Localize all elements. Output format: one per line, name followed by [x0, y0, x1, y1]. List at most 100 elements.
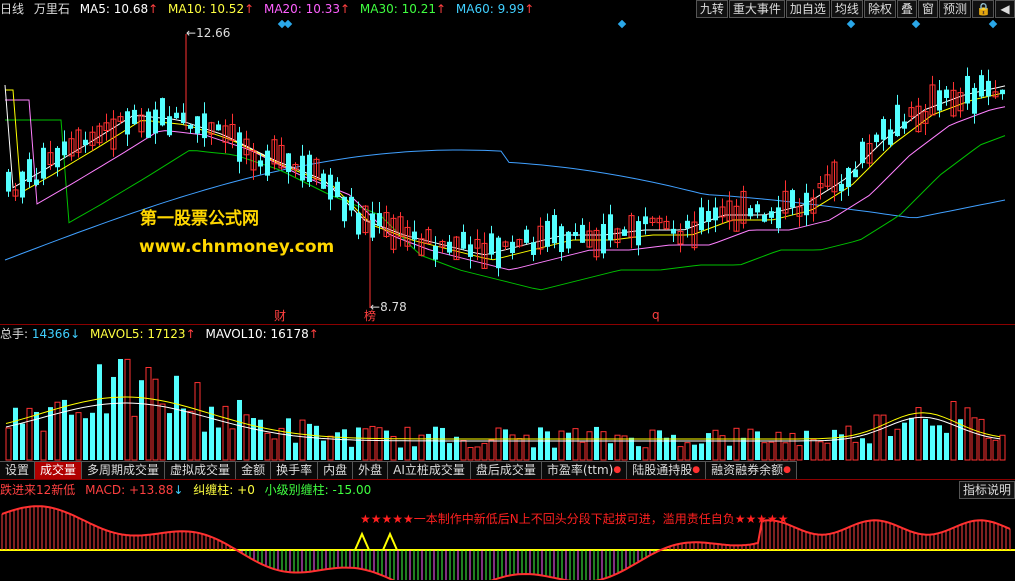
volume-bar — [621, 435, 628, 461]
tab-after-hours-volume[interactable]: 盘后成交量 — [470, 461, 542, 479]
candle-body — [755, 204, 760, 213]
mavol10-readout: MAVOL10: 16178↑ — [205, 327, 318, 341]
collapse-arrow-icon[interactable]: ◀ — [995, 0, 1015, 18]
ex-rights-button[interactable]: 除权 — [863, 0, 896, 18]
volume-bar — [804, 430, 809, 460]
volume-bar — [712, 429, 719, 461]
ma5-up-arrow: ↑ — [148, 2, 159, 16]
tab-northbound-holdings[interactable]: 陆股通持股● — [627, 461, 707, 479]
volume-bar — [174, 375, 179, 460]
total-volume-readout: 总手: 14366↓ — [0, 327, 80, 341]
ma10-readout: MA10: 10.52↑ — [168, 2, 254, 16]
volume-bar — [474, 446, 481, 461]
volume-bar — [152, 378, 159, 461]
tab-turnover-rate[interactable]: 换手率 — [271, 461, 319, 479]
forecast-button[interactable]: 预测 — [938, 0, 971, 18]
tab-margin-balance[interactable]: 融资融券余额● — [706, 461, 797, 479]
candle-body — [839, 183, 844, 192]
volume-bar — [608, 443, 613, 460]
candle-body — [888, 129, 893, 145]
q-marker[interactable]: q — [652, 308, 660, 322]
lock-icon[interactable]: 🔒 — [972, 0, 994, 18]
candle-body — [286, 153, 291, 173]
tab-pe-ttm[interactable]: 市盈率(ttm)● — [541, 461, 628, 479]
volume-bar — [860, 438, 865, 460]
volume-bar — [222, 405, 229, 461]
candle-body — [174, 112, 179, 119]
tab-amount[interactable]: 金额 — [236, 461, 272, 479]
candlestick-chart[interactable] — [0, 20, 1015, 325]
tab-settings[interactable]: 设置 — [0, 461, 36, 479]
candle-body — [545, 220, 550, 247]
candle-body — [237, 132, 242, 162]
candle-body — [55, 147, 60, 168]
tab-inner-volume[interactable]: 内盘 — [318, 461, 354, 479]
candle-body — [580, 224, 585, 243]
candle-body — [342, 196, 347, 222]
candle-body — [944, 89, 949, 98]
tab-multi-period-volume[interactable]: 多周期成交量 — [82, 461, 166, 479]
volume-bar — [727, 445, 732, 460]
volume-bar — [243, 414, 250, 461]
volume-bar — [992, 439, 999, 461]
candle-body — [34, 179, 39, 185]
volume-bar — [944, 432, 949, 460]
event-diamond-icon — [911, 20, 921, 29]
candle-body — [622, 229, 627, 236]
volume-bar — [251, 418, 256, 460]
volume-bar — [873, 414, 880, 461]
candle-body — [636, 221, 641, 246]
indicator-tabs: 设置 成交量 多周期成交量 虚拟成交量 金额 换手率 内盘 外盘 AI立桩成交量… — [0, 461, 797, 479]
volume-bar — [69, 414, 74, 460]
volume-bar — [433, 426, 438, 460]
candle-body — [377, 213, 382, 227]
candle-body — [524, 229, 529, 243]
ma20-value: 10.33 — [305, 2, 341, 16]
candle-body — [965, 75, 970, 104]
indicator-help-button[interactable]: 指标说明 — [958, 481, 1015, 499]
volume-bar — [747, 428, 754, 461]
volume-bar — [342, 429, 347, 460]
volume-chart[interactable] — [0, 343, 1015, 461]
event-diamond-icon — [617, 20, 627, 29]
volume-bar — [852, 441, 859, 461]
window-button[interactable]: 窗 — [917, 0, 938, 18]
ma60-readout: MA60: 9.99↑ — [456, 2, 534, 16]
major-events-button[interactable]: 重大事件 — [728, 0, 785, 18]
ranking-marker[interactable]: 榜 — [364, 307, 376, 324]
finance-marker[interactable]: 财 — [274, 307, 286, 324]
nine-turn-button[interactable]: 九转 — [695, 0, 728, 18]
macd-label: MACD: — [85, 483, 126, 497]
volume-bar — [909, 417, 914, 460]
macd-value: +13.88 — [128, 483, 174, 497]
candle-body — [601, 224, 606, 254]
volume-header: 总手: 14366↓ MAVOL5: 17123↑ MAVOL10: 16178… — [0, 325, 325, 343]
overlay-button[interactable]: 叠 — [896, 0, 917, 18]
tab-ai-volume[interactable]: AI立桩成交量 — [388, 461, 471, 479]
candle-body — [160, 98, 165, 126]
volume-bar — [264, 432, 271, 461]
volume-bar — [460, 440, 467, 461]
add-watchlist-button[interactable]: 加自选 — [785, 0, 830, 18]
candle-body — [937, 90, 942, 111]
ma60-up-arrow: ↑ — [524, 2, 535, 16]
price-header: 日线 万里石 MA5: 10.68↑ MA10: 10.52↑ MA20: 10… — [0, 0, 540, 18]
ma10-value: 10.52 — [209, 2, 245, 16]
volume-bar — [40, 430, 47, 461]
candle-body — [468, 244, 473, 257]
mavol10-value: 16178 — [270, 327, 309, 341]
volume-bar — [286, 418, 291, 460]
candle-body — [195, 116, 200, 134]
tab-virtual-volume[interactable]: 虚拟成交量 — [165, 461, 237, 479]
volume-bar — [467, 447, 474, 461]
candle-body — [853, 169, 858, 178]
watermark-url: www.chnmoney.com — [139, 237, 335, 257]
volume-bar — [111, 376, 116, 460]
tab-volume[interactable]: 成交量 — [35, 461, 83, 479]
moving-average-button[interactable]: 均线 — [830, 0, 863, 18]
tab-outer-volume[interactable]: 外盘 — [353, 461, 389, 479]
tab-pe-ttm-label: 市盈率(ttm) — [546, 463, 614, 477]
volume-bar — [545, 431, 550, 460]
mavol5-value: 17123 — [147, 327, 186, 341]
candle-body — [202, 113, 207, 139]
